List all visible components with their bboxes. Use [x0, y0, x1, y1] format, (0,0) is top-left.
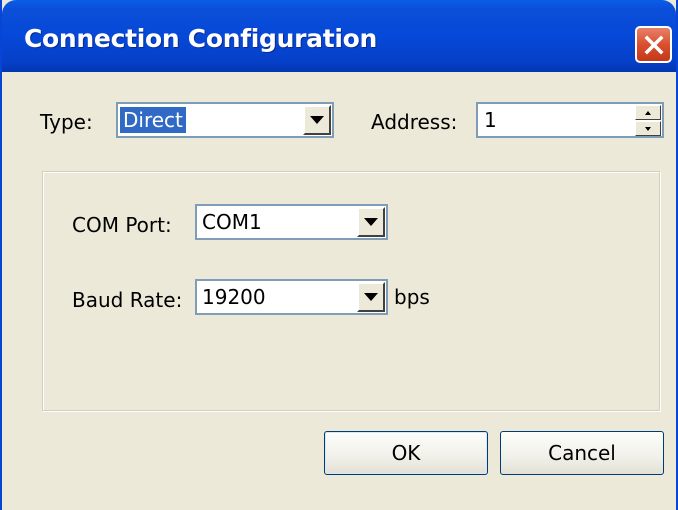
spin-down-icon: [645, 126, 651, 131]
type-label: Type:: [40, 110, 93, 134]
address-label: Address:: [371, 110, 458, 134]
chevron-down-icon: [364, 218, 378, 226]
baud-rate-dropdown-button[interactable]: [357, 282, 385, 312]
address-spinbox[interactable]: 1: [476, 102, 664, 138]
com-port-combobox[interactable]: COM1: [195, 204, 388, 240]
dialog-body: Type: Direct Address: 1 COM Port: COM1 B…: [2, 72, 676, 510]
baud-rate-value: 19200: [202, 285, 266, 309]
ok-button[interactable]: OK: [324, 431, 488, 475]
window-title: Connection Configuration: [24, 24, 378, 53]
close-button[interactable]: [635, 26, 672, 63]
baud-rate-combobox[interactable]: 19200: [195, 279, 388, 315]
chevron-down-icon: [310, 116, 324, 124]
title-bar[interactable]: Connection Configuration: [2, 0, 676, 72]
address-value: 1: [484, 108, 497, 132]
dialog-window: Connection Configuration Type: Direct Ad…: [0, 0, 678, 510]
type-combobox[interactable]: Direct: [116, 102, 334, 138]
chevron-down-icon: [364, 293, 378, 301]
spin-up-icon: [645, 110, 651, 115]
type-dropdown-button[interactable]: [303, 105, 331, 135]
address-spin-up-button[interactable]: [635, 105, 661, 120]
baud-rate-label: Baud Rate:: [72, 288, 183, 312]
close-x-icon: [644, 35, 663, 54]
baud-unit-label: bps: [394, 285, 430, 309]
com-port-dropdown-button[interactable]: [357, 207, 385, 237]
cancel-button[interactable]: Cancel: [500, 431, 664, 475]
com-port-label: COM Port:: [72, 213, 172, 237]
address-spin-down-button[interactable]: [635, 121, 661, 136]
com-port-value: COM1: [202, 210, 262, 234]
type-combobox-value: Direct: [120, 107, 186, 133]
